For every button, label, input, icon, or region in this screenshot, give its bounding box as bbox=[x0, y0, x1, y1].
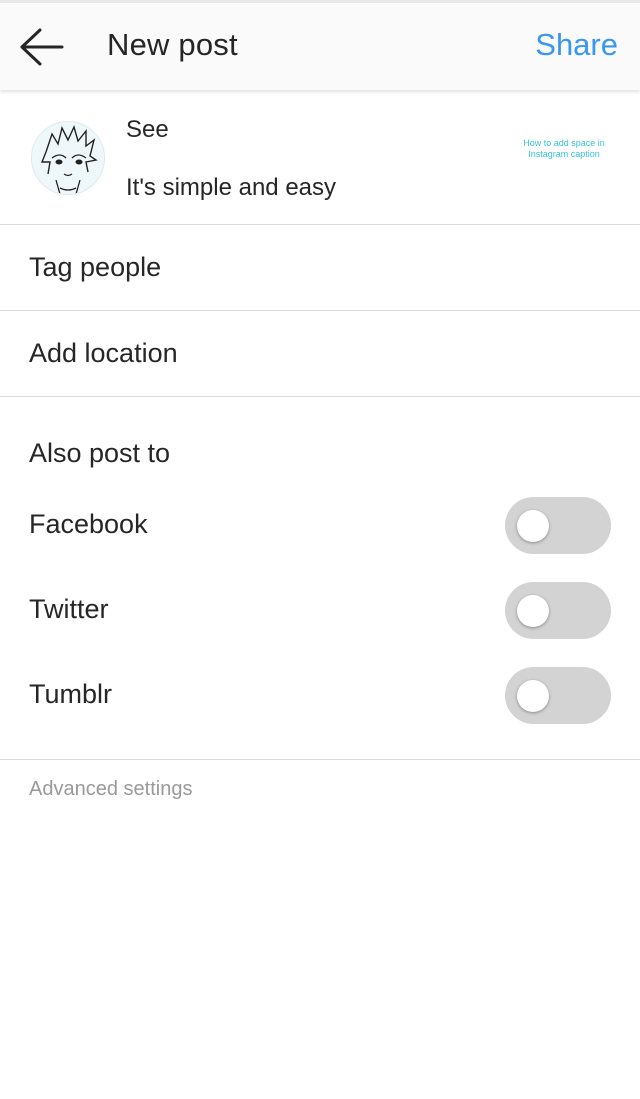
arrow-left-icon[interactable] bbox=[18, 27, 66, 67]
twitter-label: Twitter bbox=[29, 594, 109, 624]
top-bar: New post Share bbox=[0, 0, 640, 90]
tag-people-label: Tag people bbox=[29, 252, 162, 282]
facebook-label: Facebook bbox=[29, 509, 148, 539]
section-divider bbox=[0, 759, 640, 760]
add-location-label: Add location bbox=[29, 338, 178, 368]
toggle-knob bbox=[517, 680, 549, 712]
post-thumbnail[interactable]: How to add space in Instagram caption bbox=[514, 138, 614, 178]
share-button[interactable]: Share bbox=[535, 27, 618, 63]
add-location-row[interactable]: Add location bbox=[0, 311, 640, 397]
also-post-to-heading: Also post to bbox=[29, 438, 171, 468]
toggle-knob bbox=[517, 595, 549, 627]
tumblr-toggle[interactable] bbox=[505, 667, 611, 724]
caption-text-line-2[interactable]: It's simple and easy bbox=[126, 174, 336, 202]
avatar bbox=[31, 121, 105, 195]
tag-people-row[interactable]: Tag people bbox=[0, 225, 640, 311]
caption-text-line-1[interactable]: See bbox=[126, 116, 169, 144]
twitter-toggle[interactable] bbox=[505, 582, 611, 639]
facebook-share-row: Facebook bbox=[0, 497, 640, 557]
page-title: New post bbox=[107, 27, 238, 62]
thumbnail-text-2: Instagram caption bbox=[528, 149, 600, 159]
twitter-share-row: Twitter bbox=[0, 582, 640, 642]
anime-avatar-icon bbox=[32, 122, 104, 194]
tumblr-label: Tumblr bbox=[29, 679, 113, 709]
tumblr-share-row: Tumblr bbox=[0, 667, 640, 727]
caption-section: See It's simple and easy How to add spac… bbox=[0, 90, 640, 225]
toggle-knob bbox=[517, 510, 549, 542]
facebook-toggle[interactable] bbox=[505, 497, 611, 554]
thumbnail-text-1: How to add space in bbox=[523, 138, 605, 148]
advanced-settings-link[interactable]: Advanced settings bbox=[29, 778, 192, 801]
